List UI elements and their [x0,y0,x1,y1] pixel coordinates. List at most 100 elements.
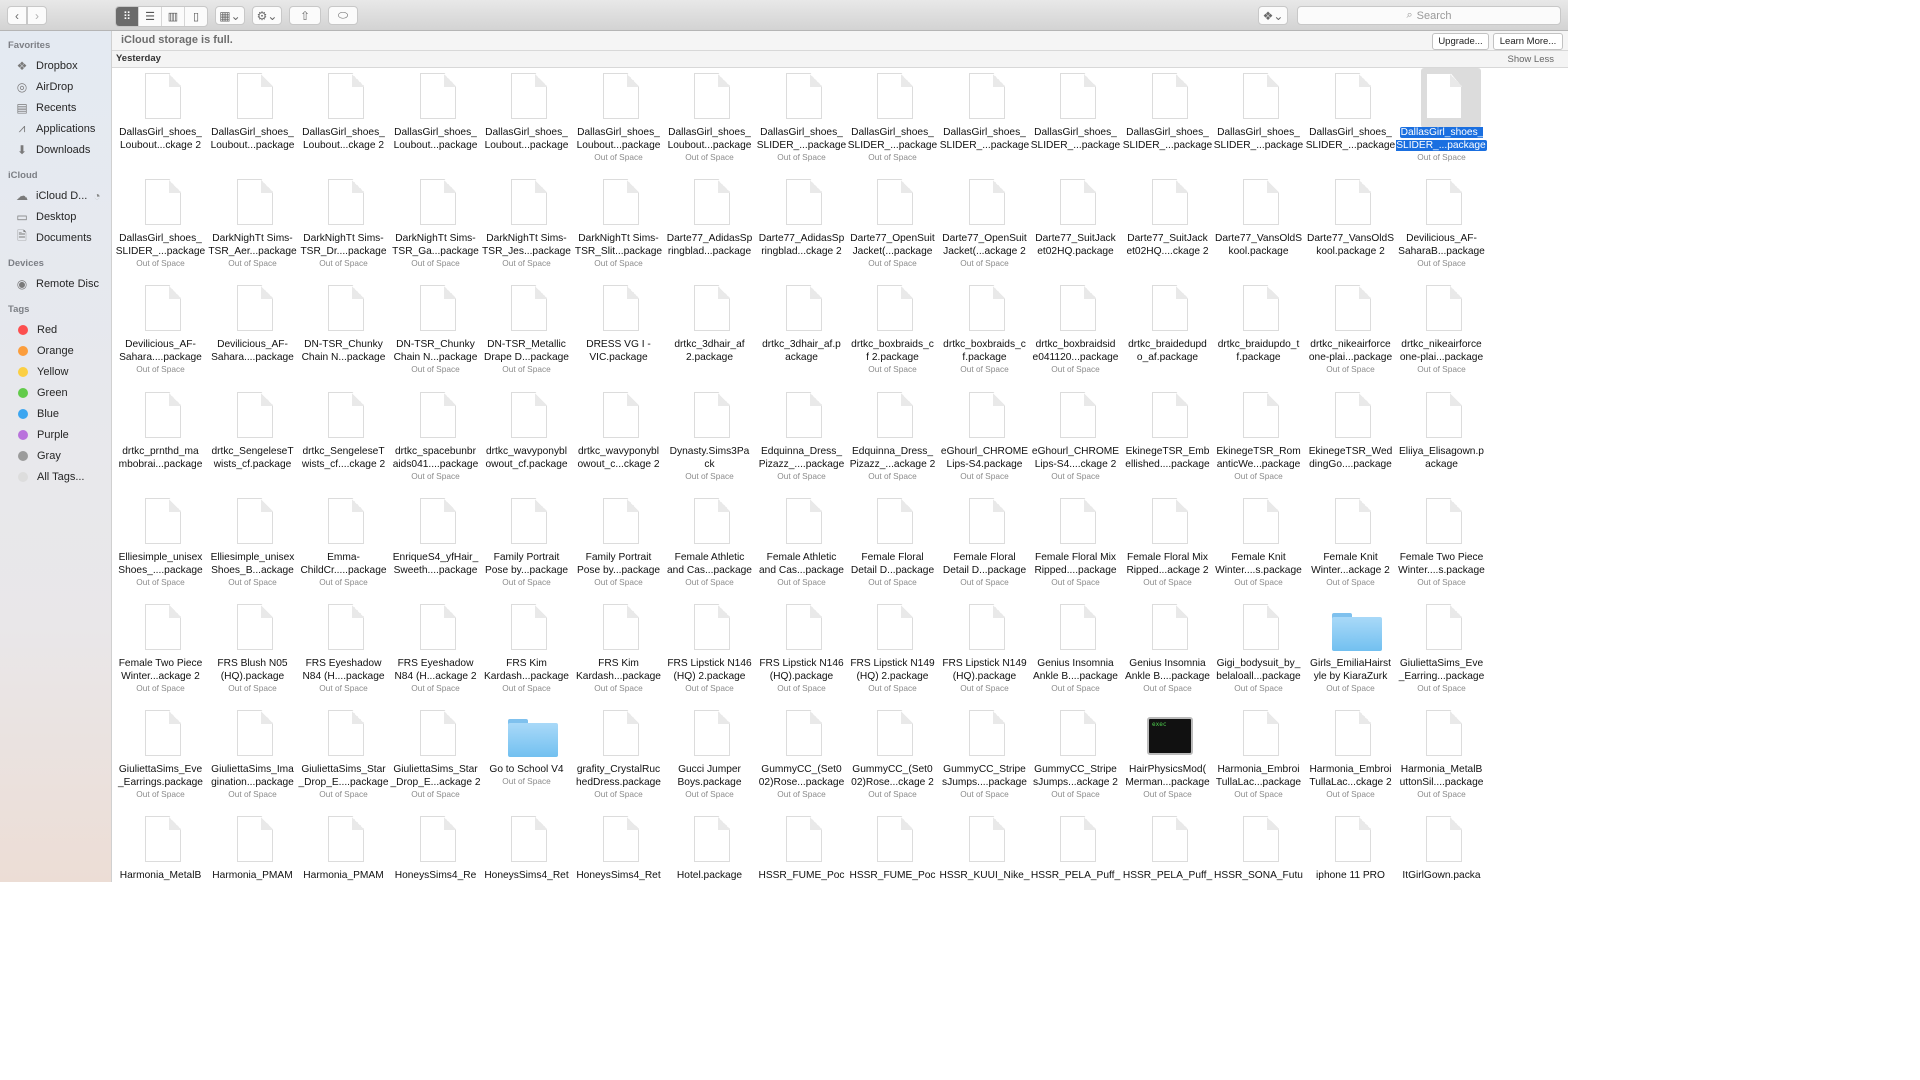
file-item[interactable]: Edquinna_Dress_ Pizazz_...ackage 2 Out o… [847,387,938,493]
file-item[interactable]: Girls_EmiliaHairst yle by KiaraZurk Out … [1305,599,1396,705]
file-item[interactable]: drtkc_boxbraidsid e041120...package Out … [1030,280,1121,386]
file-item[interactable]: Darte77_AdidasSp ringblad...ckage 2 [756,174,847,280]
sidebar-tag-gray[interactable]: Gray [0,445,111,466]
file-item[interactable]: DarkNighTt Sims- TSR_Jes...package Out o… [481,174,572,280]
file-item[interactable]: Genius Insomnia Ankle B....package Out o… [1122,599,1213,705]
upgrade-button[interactable]: Upgrade... [1432,33,1489,50]
file-item[interactable]: grafity_CrystalRuc hedDress.package Out … [573,705,664,811]
file-item[interactable]: DallasGirl_shoes_ SLIDER_...package Out … [115,174,206,280]
sidebar-item-downloads[interactable]: ⬇ Downloads [0,139,111,160]
sidebar-tag-yellow[interactable]: Yellow [0,361,111,382]
file-item[interactable]: HSSR_PELA_Puff_ [1122,811,1213,882]
column-view-button[interactable]: ▥ [162,7,185,26]
file-item[interactable]: Family Portrait Pose by...package Out of… [481,493,572,599]
file-item[interactable]: GiuliettaSims_Star _Drop_E...ackage 2 Ou… [390,705,481,811]
file-item[interactable]: HSSR_PELA_Puff_ [1030,811,1121,882]
sidebar-item-remote-disc[interactable]: ◉ Remote Disc [0,273,111,294]
back-button[interactable]: ‹ [7,6,27,25]
sidebar-tag-green[interactable]: Green [0,382,111,403]
file-item[interactable]: DRESS VG I - VIC.package [573,280,664,386]
file-item[interactable]: Harmonia_Embroi TullaLac...ckage 2 Out o… [1305,705,1396,811]
file-item[interactable]: HSSR_FUME_Poc [756,811,847,882]
file-item[interactable]: Dynasty.Sims3Pa ck Out of Space [664,387,755,493]
file-item[interactable]: DN-TSR_Chunky Chain N...package [298,280,389,386]
file-item[interactable]: GummyCC_(Set0 02)Rose...package Out of S… [756,705,847,811]
file-item[interactable]: Darte77_OpenSuit Jacket(...package Out o… [847,174,938,280]
file-item[interactable]: DallasGirl_shoes_ Loubout...ckage 2 [298,68,389,174]
file-item[interactable]: FRS Kim Kardash...package Out of Space [573,599,664,705]
sidebar-item-recents[interactable]: ▤ Recents [0,97,111,118]
file-item[interactable]: FRS Eyeshadow N84 (H....package Out of S… [298,599,389,705]
file-item[interactable]: GummyCC_Stripe sJumps...ackage 2 Out of … [1030,705,1121,811]
file-item[interactable]: Female Knit Winter...ackage 2 Out of Spa… [1305,493,1396,599]
file-item[interactable]: FRS Kim Kardash...package Out of Space [481,599,572,705]
search-field[interactable]: ⌕ Search [1297,6,1561,25]
file-item[interactable]: Darte77_SuitJack et02HQ....ckage 2 [1122,174,1213,280]
file-item[interactable]: DallasGirl_shoes_ SLIDER_...package Out … [847,68,938,174]
sidebar-item-documents[interactable]: 🗎 Documents [0,227,111,248]
list-view-button[interactable]: ☰ [139,7,162,26]
file-item[interactable]: FRS Eyeshadow N84 (H...ackage 2 Out of S… [390,599,481,705]
sidebar-tag-all-tags[interactable]: All Tags... [0,466,111,487]
file-item[interactable]: drtkc_wavyponybl owout_cf.package [481,387,572,493]
sidebar-tag-orange[interactable]: Orange [0,340,111,361]
file-item[interactable]: FRS Lipstick N149 (HQ) 2.package Out of … [847,599,938,705]
file-item[interactable]: Harmonia_PMAM [298,811,389,882]
sidebar-tag-purple[interactable]: Purple [0,424,111,445]
file-item[interactable]: HoneysSims4_Ret [573,811,664,882]
file-item[interactable]: FRS Blush N05 (HQ).package Out of Space [207,599,298,705]
file-item[interactable]: EkinegeTSR_Wed dingGo....package [1305,387,1396,493]
file-item[interactable]: drtkc_boxbraids_c f.package Out of Space [939,280,1030,386]
file-item[interactable]: Female Floral Detail D...package Out of … [847,493,938,599]
action-button[interactable]: ⚙⌄ [252,6,282,25]
file-item[interactable]: DallasGirl_shoes_ Loubout...package [390,68,481,174]
file-item[interactable]: Female Knit Winter....s.package Out of S… [1213,493,1304,599]
file-item[interactable]: EkinegeTSR_Rom anticWe...package Out of … [1213,387,1304,493]
file-item[interactable]: Female Floral Mix Ripped....package Out … [1030,493,1121,599]
file-item[interactable]: drtkc_wavyponybl owout_c...ckage 2 [573,387,664,493]
learn-more-button[interactable]: Learn More... [1493,33,1563,50]
file-item[interactable]: Elliesimple_unisex Shoes_....package Out… [115,493,206,599]
file-item[interactable]: Gucci Jumper Boys.package Out of Space [664,705,755,811]
file-item[interactable]: DN-TSR_Metallic Drape D...package Out of… [481,280,572,386]
file-item[interactable]: Gigi_bodysuit_by_ belaloall...package Ou… [1213,599,1304,705]
file-item[interactable]: Female Floral Detail D...package Out of … [939,493,1030,599]
file-item[interactable]: HSSR_SONA_Futu [1213,811,1304,882]
file-item[interactable]: Female Two Piece Winter...ackage 2 Out o… [115,599,206,705]
file-item[interactable]: drtkc_prnthd_ma mbobrai...package [115,387,206,493]
file-item[interactable]: GiuliettaSims_Eve _Earrings.package Out … [115,705,206,811]
file-item[interactable]: DallasGirl_shoes_ Loubout...package Out … [573,68,664,174]
file-item[interactable]: eGhourl_CHROME Lips-S4....ckage 2 Out of… [1030,387,1121,493]
file-item[interactable]: Harmonia_Embroi TullaLac...package Out o… [1213,705,1304,811]
file-item[interactable]: DallasGirl_shoes_ SLIDER_...package [1305,68,1396,174]
file-item[interactable]: HSSR_KUUI_Nike_ [939,811,1030,882]
file-item[interactable]: FRS Lipstick N146 (HQ) 2.package Out of … [664,599,755,705]
file-item[interactable]: DarkNighTt Sims- TSR_Ga...package Out of… [390,174,481,280]
sidebar-item-desktop[interactable]: ▭ Desktop [0,206,111,227]
sidebar-item-dropbox[interactable]: ❖ Dropbox [0,55,111,76]
file-item[interactable]: Darte77_AdidasSp ringblad...package [664,174,755,280]
file-item[interactable]: Female Floral Mix Ripped...ackage 2 Out … [1122,493,1213,599]
file-item[interactable]: DallasGirl_shoes_ Loubout...package [207,68,298,174]
file-item[interactable]: DallasGirl_shoes_ SLIDER_...package [1030,68,1121,174]
file-item[interactable]: Darte77_SuitJack et02HQ.package [1030,174,1121,280]
file-item[interactable]: EkinegeTSR_Emb ellished....package [1122,387,1213,493]
scrollbar[interactable] [1562,68,1568,882]
file-item[interactable]: FRS Lipstick N146 (HQ).package Out of Sp… [756,599,847,705]
share-button[interactable]: ⇧ [289,6,321,25]
file-item[interactable]: Darte77_OpenSuit Jacket(...ackage 2 Out … [939,174,1030,280]
forward-button[interactable]: › [27,6,47,25]
file-item[interactable]: exec HairPhysicsMod( Merman...package Ou… [1122,705,1213,811]
file-item[interactable]: FRS Lipstick N149 (HQ).package Out of Sp… [939,599,1030,705]
sidebar-item-applications[interactable]: ⩘ Applications [0,118,111,139]
file-item[interactable]: drtkc_nikeairforce one-plai...package Ou… [1305,280,1396,386]
file-item[interactable]: drtkc_boxbraids_c f 2.package Out of Spa… [847,280,938,386]
file-item[interactable]: Devilicious_AF- SaharaB...package Out of… [1396,174,1487,280]
file-item[interactable]: DallasGirl_shoes_ SLIDER_...package [1213,68,1304,174]
file-item[interactable]: DallasGirl_shoes_ SLIDER_...package Out … [756,68,847,174]
file-item[interactable]: DallasGirl_shoes_ Loubout...package Out … [664,68,755,174]
file-item[interactable]: Elliesimple_unisex Shoes_B...ackage Out … [207,493,298,599]
file-item[interactable]: DallasGirl_shoes_ SLIDER_...package [939,68,1030,174]
file-item[interactable]: GummyCC_Stripe sJumps....package Out of … [939,705,1030,811]
file-item[interactable]: GiuliettaSims_Ima gination...package Out… [207,705,298,811]
